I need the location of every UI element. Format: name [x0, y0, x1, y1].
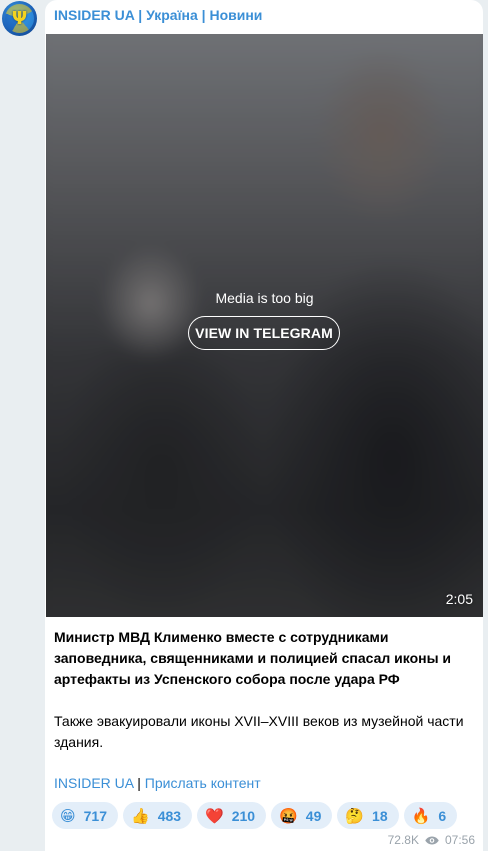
- angry-face-icon: 🤬: [279, 806, 298, 825]
- channel-title[interactable]: INSIDER UA | Україна | Новини: [54, 7, 262, 23]
- reaction-count: 210: [231, 807, 256, 824]
- post-headline: Министр МВД Клименко вместе с сотрудника…: [54, 629, 452, 687]
- message-meta: 72.8K 07:56: [388, 833, 475, 847]
- reaction-angry[interactable]: 🤬 49: [271, 802, 333, 829]
- grin-emoji-icon: 😁: [60, 806, 76, 825]
- video-media[interactable]: Media is too big VIEW IN TELEGRAM 2:05: [46, 34, 483, 617]
- reaction-count: 49: [305, 807, 322, 824]
- reaction-thumbs-up[interactable]: 👍 483: [123, 802, 193, 829]
- reaction-grin[interactable]: 😁 717: [52, 802, 118, 829]
- video-duration: 2:05: [445, 591, 473, 607]
- reaction-count: 6: [438, 807, 447, 824]
- media-too-big-label: Media is too big: [215, 290, 314, 306]
- reaction-thinking[interactable]: 🤔 18: [337, 802, 399, 829]
- reaction-count: 483: [157, 807, 182, 824]
- reaction-count: 18: [372, 807, 388, 824]
- message-time: 07:56: [444, 833, 475, 847]
- reaction-count: 717: [83, 807, 107, 824]
- thinking-face-icon: 🤔: [345, 806, 365, 825]
- submit-content-link[interactable]: Прислать контент: [145, 775, 261, 791]
- channel-link[interactable]: INSIDER UA: [54, 775, 133, 791]
- post-text: Министр МВД Клименко вместе с сотрудника…: [54, 627, 478, 774]
- post-links: INSIDER UA | Прислать контент: [54, 773, 261, 794]
- thumbs-up-icon: 👍: [131, 806, 150, 825]
- reaction-heart[interactable]: ❤️ 210: [197, 802, 267, 829]
- fire-icon: 🔥: [411, 806, 431, 825]
- eye-icon: [425, 836, 439, 844]
- trident-icon: Ψ: [11, 8, 28, 29]
- message-bubble: INSIDER UA | Україна | Новини Media is t…: [45, 0, 483, 851]
- post-body: Также эвакуировали иконы XVII–XVIII веко…: [54, 713, 464, 750]
- heart-icon: ❤️: [205, 806, 224, 825]
- reactions-bar: 😁 717 👍 483 ❤️ 210 🤬 49 🤔 18 🔥 6: [52, 802, 458, 829]
- reaction-fire[interactable]: 🔥 6: [403, 802, 458, 829]
- view-count: 72.8K: [387, 833, 419, 847]
- view-in-telegram-button[interactable]: VIEW IN TELEGRAM: [188, 316, 340, 350]
- channel-avatar[interactable]: Ψ: [2, 1, 37, 36]
- link-separator: |: [137, 775, 141, 791]
